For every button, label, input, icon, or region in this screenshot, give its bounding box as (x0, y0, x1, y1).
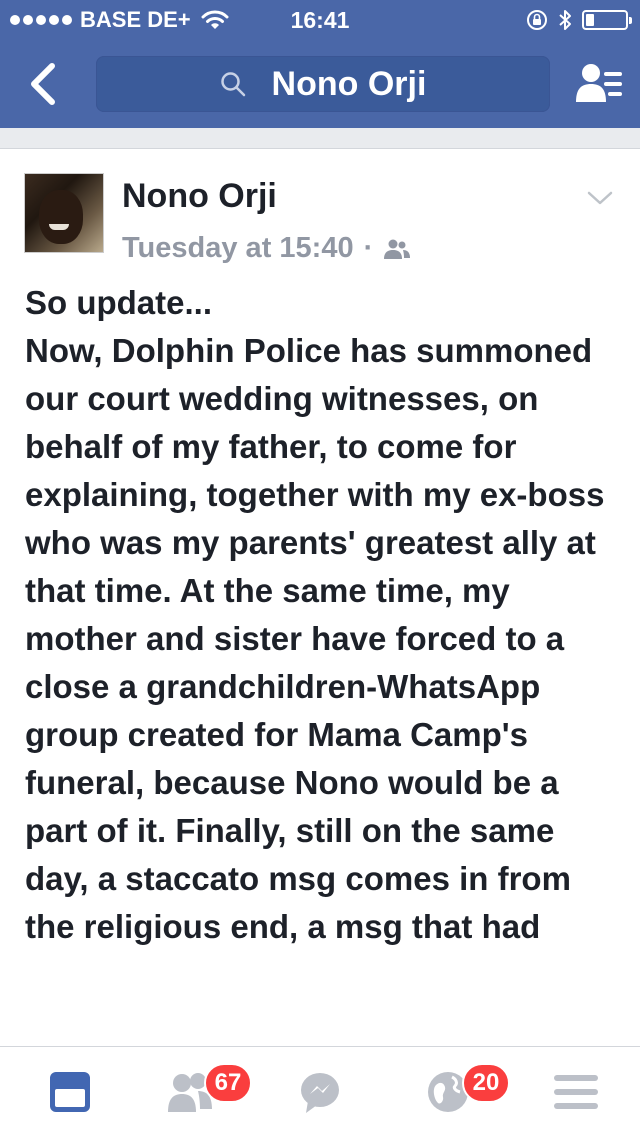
friend-requests-badge: 67 (204, 1063, 252, 1103)
status-indicators (526, 8, 632, 32)
friend-requests-icon[interactable] (574, 62, 624, 106)
bottom-tab-bar: 67 20 (0, 1046, 640, 1137)
search-query-text: Nono Orji (271, 64, 427, 103)
navigation-header: BASE DE+ 16:41 Nono Orji (0, 0, 640, 128)
search-field[interactable]: Nono Orji (96, 56, 550, 112)
post-timestamp[interactable]: Tuesday at 15:40 (122, 232, 354, 265)
status-bar: BASE DE+ 16:41 (0, 0, 640, 40)
meta-separator: · (363, 232, 374, 264)
news-feed-tab-icon[interactable] (40, 1067, 100, 1117)
menu-tab-icon[interactable] (546, 1067, 606, 1117)
friend-requests-tab[interactable]: 67 (160, 1063, 252, 1117)
post-meta: Tuesday at 15:40 · (122, 232, 411, 265)
bluetooth-icon (559, 10, 571, 30)
back-button[interactable] (20, 58, 68, 110)
search-icon (220, 72, 245, 97)
chevron-down-icon[interactable] (586, 189, 614, 207)
notifications-tab[interactable]: 20 (418, 1063, 510, 1117)
rotation-lock-icon (527, 10, 547, 30)
feed-separator (0, 128, 640, 149)
post-author-name[interactable]: Nono Orji (122, 177, 277, 216)
battery-icon (582, 10, 632, 30)
friends-audience-icon (384, 239, 411, 259)
notifications-badge: 20 (462, 1063, 510, 1103)
messenger-tab-icon[interactable] (290, 1067, 350, 1117)
author-avatar[interactable] (24, 173, 104, 253)
post-body-text: So update... Now, Dolphin Police has sum… (25, 284, 605, 945)
